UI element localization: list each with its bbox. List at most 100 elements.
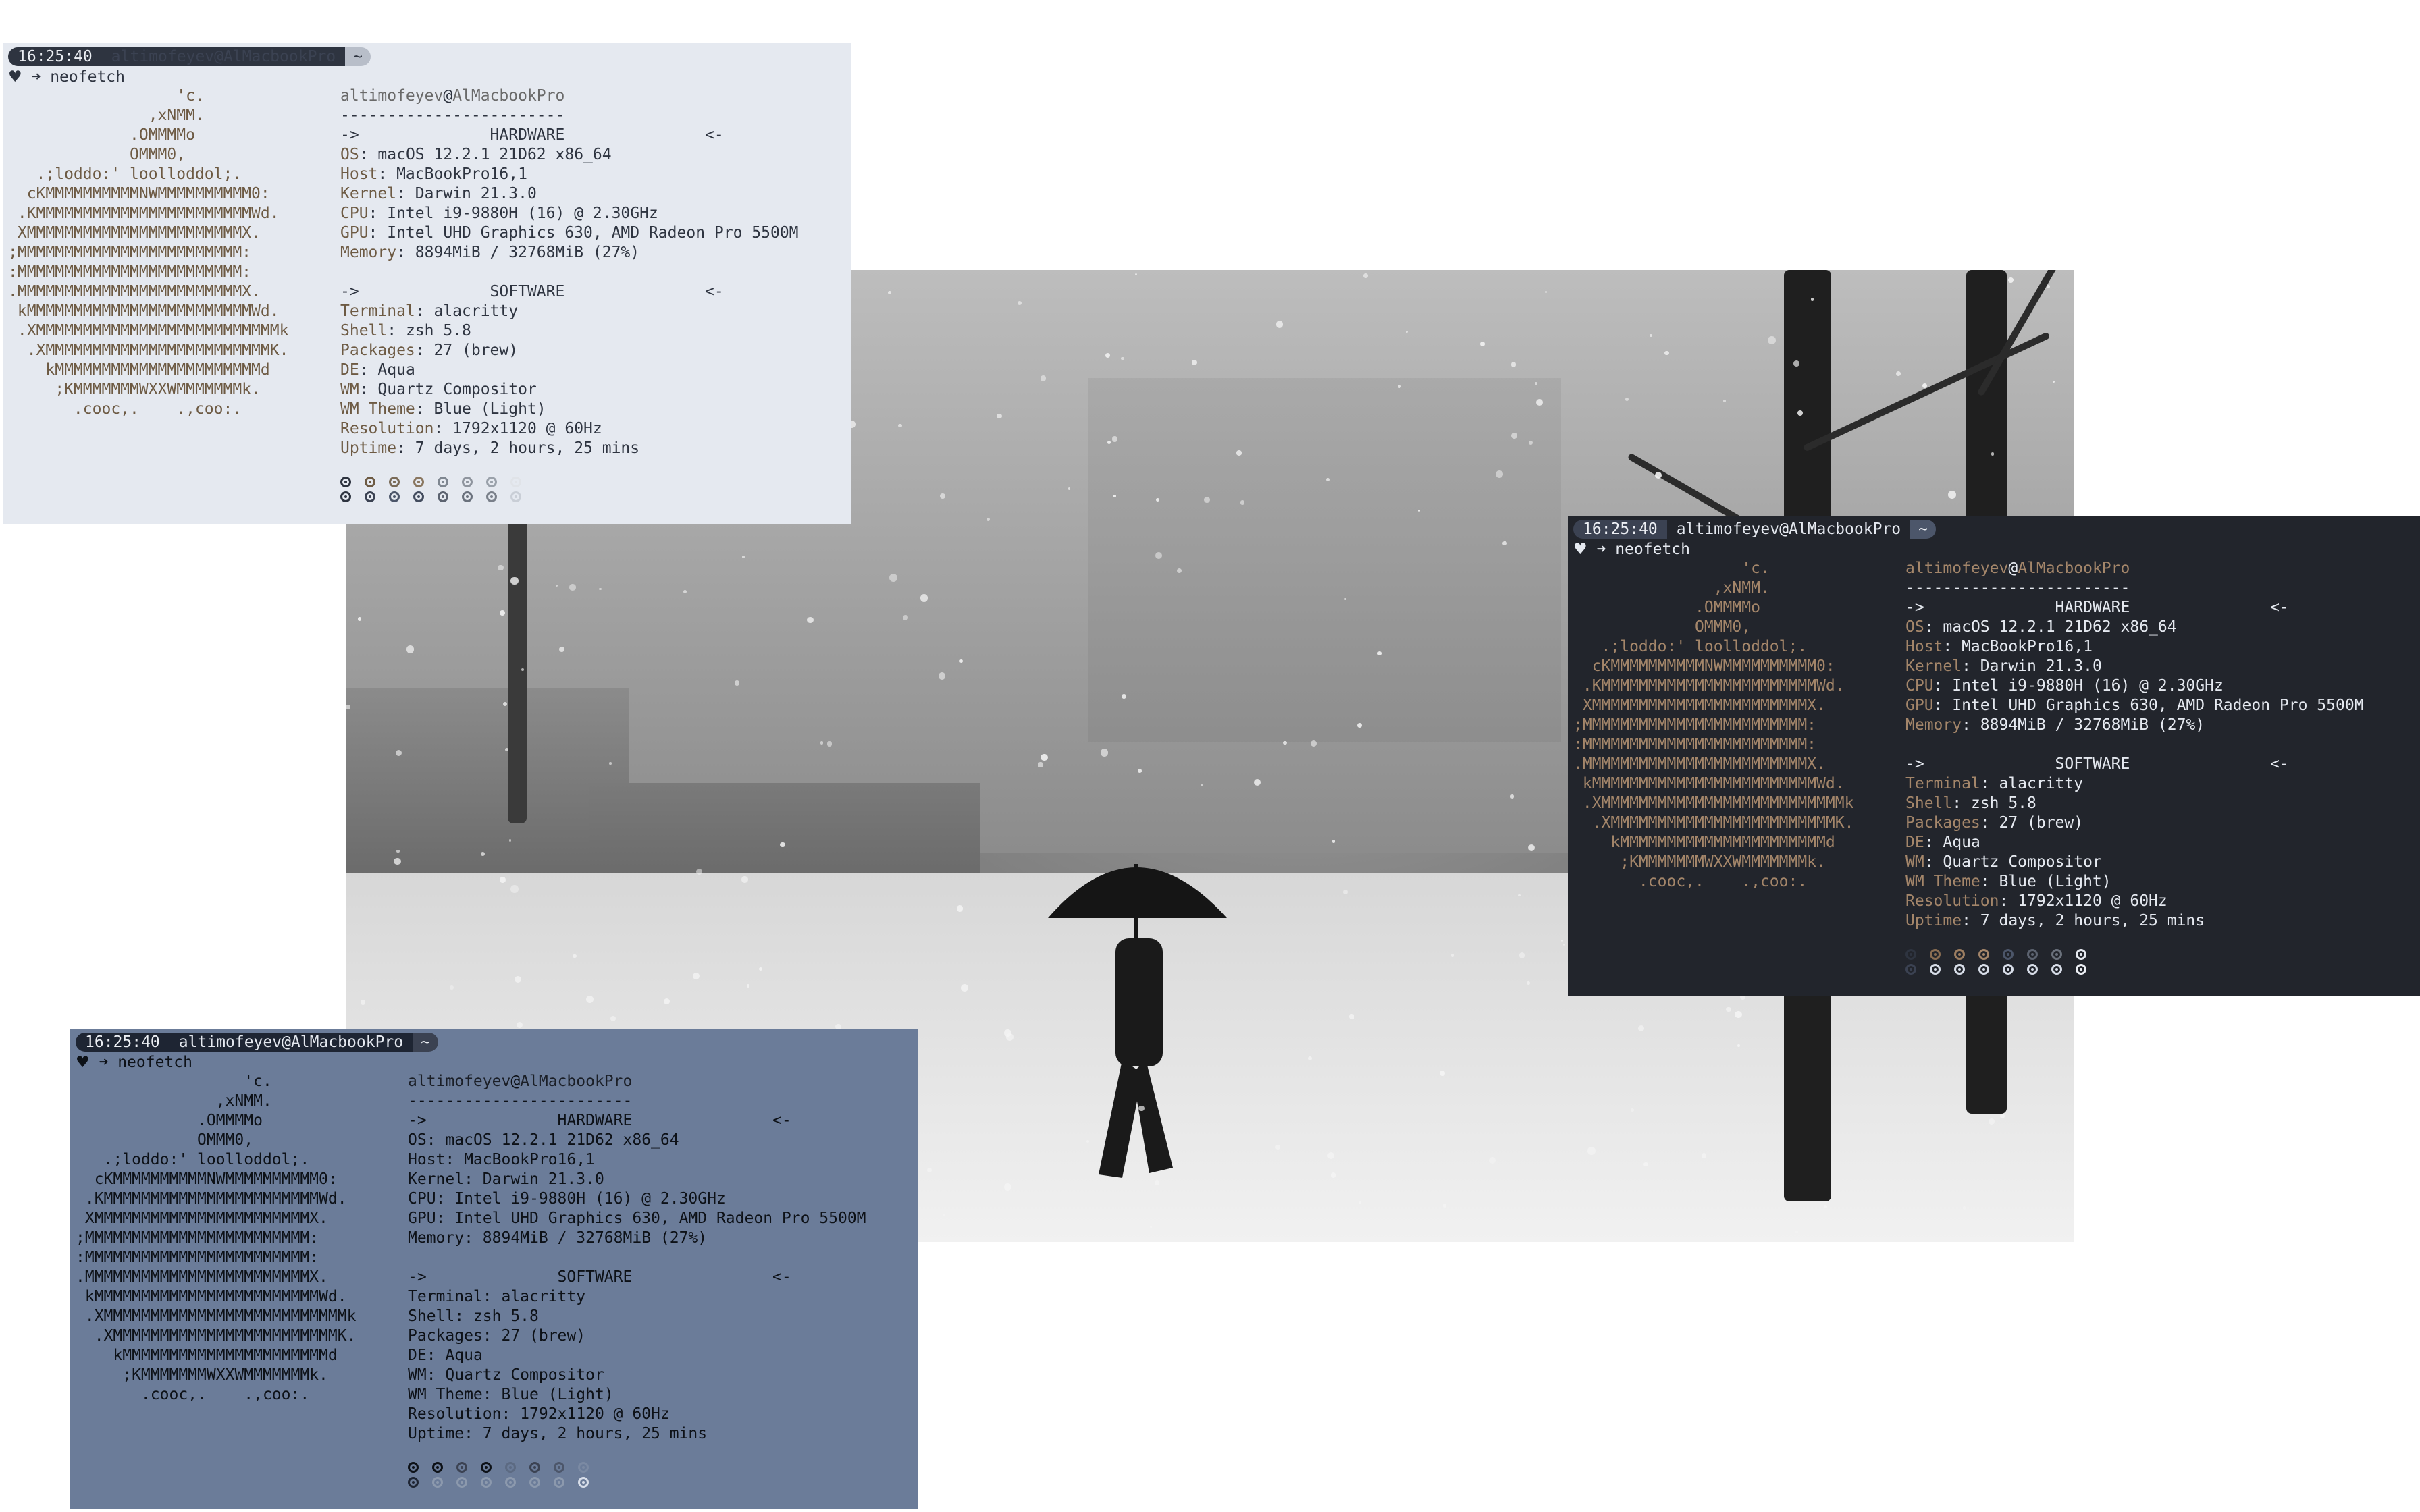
prompt-bar: 16:25:40 altimofeyev@AlMacbookPro ~	[8, 47, 371, 66]
ascii-art-line: cKMMMMMMMMMMNWMMMMMMMMMM0:	[8, 185, 270, 202]
info-key: WM Theme	[340, 400, 415, 418]
palette-row	[1905, 964, 2086, 975]
info-separator: ------------------------	[340, 107, 565, 124]
prompt-bar: 16:25:40 altimofeyev@AlMacbookPro ~	[1573, 520, 1936, 539]
info-value: : Blue (Light)	[1980, 873, 2111, 890]
palette-dot-icon	[1954, 964, 1965, 975]
command-line[interactable]: ♥ ➜ neofetch	[76, 1053, 192, 1073]
info-row: Terminal: alacritty	[1905, 774, 2364, 794]
info-value: : Blue (Light)	[482, 1386, 614, 1403]
command-line[interactable]: ♥ ➜ neofetch	[8, 68, 125, 87]
ascii-art-line: .KMMMMMMMMMMMMMMMMMMMMMMMWd.	[76, 1190, 347, 1208]
info-row: Shell: zsh 5.8	[340, 321, 799, 341]
info-value: : Darwin 21.3.0	[396, 185, 537, 202]
info-row: Kernel: Darwin 21.3.0	[340, 184, 799, 204]
palette-dot-icon	[389, 477, 400, 487]
palette-dot-icon	[365, 477, 375, 487]
palette-row	[340, 477, 521, 487]
ascii-art-line: XMMMMMMMMMMMMMMMMMMMMMMMX.	[8, 224, 261, 242]
info-value: : Aqua	[359, 361, 415, 379]
ascii-art-line: ,xNMM.	[8, 107, 205, 124]
command-line[interactable]: ♥ ➜ neofetch	[1573, 540, 1690, 560]
info-row: DE: Aqua	[1905, 833, 2364, 853]
info-key: OS	[408, 1131, 427, 1149]
arrow-icon: ➜	[31, 68, 41, 86]
terminal-window-blue[interactable]: 16:25:40 altimofeyev@AlMacbookPro ~ ♥ ➜ …	[70, 1029, 918, 1509]
info-row: WM Theme: Blue (Light)	[1905, 872, 2364, 892]
info-key: DE	[408, 1347, 427, 1364]
info-value: : 1792x1120 @ 60Hz	[1999, 892, 2167, 910]
terminal-window-dark[interactable]: 16:25:40 altimofeyev@AlMacbookPro ~ ♥ ➜ …	[1568, 516, 2420, 996]
palette-dot-icon	[2051, 949, 2062, 960]
palette-dot-icon	[510, 491, 521, 502]
info-value: : Quartz Compositor	[426, 1366, 604, 1384]
palette-dot-icon	[413, 491, 424, 502]
info-value: : alacritty	[1980, 775, 2084, 792]
info-row: Terminal: alacritty	[340, 302, 799, 321]
palette-dot-icon	[1978, 949, 1989, 960]
prompt-time: 16:25:40	[76, 1033, 169, 1052]
apple-ascii-logo: 'c. ,xNMM. .OMMMMo OMMM0, .;loddo:' lool…	[1573, 559, 1853, 892]
palette-dot-icon	[2027, 949, 2038, 960]
info-key: Memory	[340, 244, 397, 261]
ascii-art-line: 'c.	[1573, 560, 1770, 577]
software-header: -> SOFTWARE <-	[1905, 755, 2289, 773]
info-key: OS	[340, 146, 359, 163]
info-row: Resolution: 1792x1120 @ 60Hz	[340, 419, 799, 439]
info-row: Memory: 8894MiB / 32768MiB (27%)	[340, 243, 799, 263]
info-row: Terminal: alacritty	[408, 1287, 866, 1307]
color-palette	[408, 1462, 589, 1488]
ascii-art-line: .;loddo:' loolloddol;.	[1573, 638, 1808, 655]
info-row: DE: Aqua	[408, 1346, 866, 1366]
info-row: Resolution: 1792x1120 @ 60Hz	[1905, 892, 2364, 911]
command-text: neofetch	[50, 68, 125, 86]
info-row: WM: Quartz Compositor	[340, 380, 799, 400]
ascii-art-line: kMMMMMMMMMMMMMMMMMMMMMMMMWd.	[76, 1288, 347, 1305]
palette-row	[408, 1462, 589, 1473]
info-key: Host	[408, 1151, 446, 1168]
palette-dot-icon	[554, 1462, 564, 1473]
palette-dot-icon	[505, 1477, 516, 1488]
ascii-art-line: :MMMMMMMMMMMMMMMMMMMMMMMM:	[1573, 736, 1817, 753]
info-row: Packages: 27 (brew)	[408, 1326, 866, 1346]
ascii-art-line: ;MMMMMMMMMMMMMMMMMMMMMMMM:	[76, 1229, 319, 1247]
info-value: : 7 days, 2 hours, 25 mins	[1962, 912, 2205, 929]
info-value: : MacBookPro16,1	[445, 1151, 595, 1168]
palette-dot-icon	[408, 1477, 419, 1488]
palette-dot-icon	[462, 477, 473, 487]
palette-dot-icon	[413, 477, 424, 487]
apple-ascii-logo: 'c. ,xNMM. .OMMMMo OMMM0, .;loddo:' lool…	[76, 1072, 356, 1405]
palette-dot-icon	[481, 1477, 492, 1488]
info-value: : zsh 5.8	[387, 322, 471, 340]
info-key: Kernel	[340, 185, 397, 202]
terminal-window-light[interactable]: 16:25:40 altimofeyev@AlMacbookPro ~ ♥ ➜ …	[3, 43, 851, 524]
prompt-time: 16:25:40	[8, 47, 102, 66]
palette-dot-icon	[389, 491, 400, 502]
info-key: DE	[340, 361, 359, 379]
software-header: -> SOFTWARE <-	[408, 1268, 791, 1286]
ascii-art-line: .MMMMMMMMMMMMMMMMMMMMMMMMX.	[1573, 755, 1826, 773]
info-key: WM Theme	[408, 1386, 483, 1403]
info-key: Resolution	[408, 1405, 502, 1423]
prompt-directory: ~	[1910, 520, 1936, 539]
info-title: altimofeyev@AlMacbookPro	[408, 1072, 866, 1091]
ascii-art-line: :MMMMMMMMMMMMMMMMMMMMMMMM:	[8, 263, 252, 281]
info-row: CPU: Intel i9-9880H (16) @ 2.30GHz	[340, 204, 799, 223]
info-key: Uptime	[1905, 912, 1962, 929]
hardware-header: -> HARDWARE <-	[408, 1112, 791, 1129]
info-value: : 7 days, 2 hours, 25 mins	[464, 1425, 708, 1442]
wallpaper-person-with-umbrella	[1048, 864, 1227, 1178]
arrow-icon: ➜	[1596, 541, 1606, 558]
system-info: altimofeyev@AlMacbookPro ----------------…	[1905, 559, 2364, 931]
info-key: Kernel	[1905, 657, 1962, 675]
info-user: altimofeyev	[1905, 560, 2009, 577]
palette-dot-icon	[1954, 949, 1965, 960]
ascii-art-line: ,xNMM.	[1573, 579, 1770, 597]
info-row: OS: macOS 12.2.1 21D62 x86_64	[340, 145, 799, 165]
palette-dot-icon	[340, 491, 351, 502]
palette-dot-icon	[578, 1477, 589, 1488]
ascii-art-line: .OMMMMo	[8, 126, 195, 144]
palette-dot-icon	[438, 491, 448, 502]
info-key: WM	[1905, 853, 1924, 871]
